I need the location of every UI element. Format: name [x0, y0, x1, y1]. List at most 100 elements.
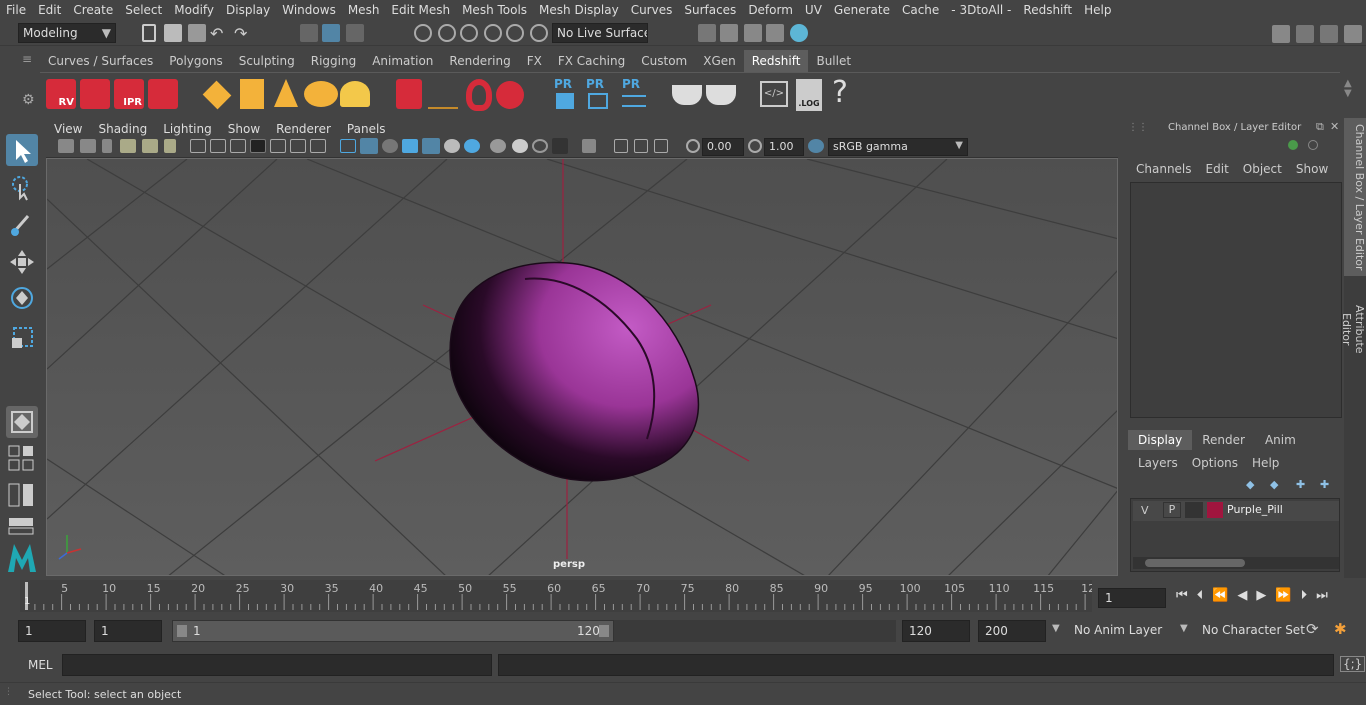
step-back-key-icon[interactable]: ⏪	[1212, 588, 1228, 603]
color-management-icon[interactable]	[808, 139, 824, 153]
play-backward-icon[interactable]: ◀	[1237, 588, 1247, 603]
playback-end-field[interactable]: 120	[902, 620, 970, 642]
menu-edit[interactable]: Edit	[32, 3, 67, 17]
motion-blur-icon[interactable]	[512, 139, 528, 153]
close-icon[interactable]: ✕	[1330, 120, 1339, 133]
layer-tab-display[interactable]: Display	[1128, 430, 1193, 450]
render-view-icon[interactable]	[698, 24, 716, 42]
scene-end-field[interactable]: 200	[978, 620, 1046, 642]
step-back-icon[interactable]: ⏴	[1197, 588, 1204, 603]
color-space-dropdown[interactable]: sRGB gamma ▼	[828, 138, 968, 156]
exposure-field[interactable]: 0.00	[702, 138, 744, 156]
move-layer-up-icon[interactable]: ◆	[1246, 478, 1254, 491]
current-frame-field[interactable]: 1	[1098, 588, 1166, 608]
menu-file[interactable]: File	[0, 3, 32, 17]
show-menu[interactable]: Show	[1296, 162, 1328, 176]
toggle-attribute-editor-icon[interactable]	[1320, 25, 1338, 43]
multisample-aa-icon[interactable]	[532, 139, 548, 153]
shelf-tab-polygons[interactable]: Polygons	[161, 50, 230, 72]
snap-view-icon[interactable]	[484, 24, 502, 42]
menu-cache[interactable]: Cache	[896, 3, 945, 17]
open-scene-icon[interactable]	[164, 24, 182, 42]
render-frame-icon[interactable]	[720, 24, 738, 42]
shelf-tab-custom[interactable]: Custom	[633, 50, 695, 72]
options-menu[interactable]: Options	[1192, 456, 1238, 470]
viewport-menu-show[interactable]: Show	[220, 122, 268, 136]
chevron-down-icon[interactable]: ▼	[1052, 623, 1060, 634]
select-tool-icon[interactable]	[6, 134, 38, 166]
timeline-ruler[interactable]: 5 10 15 20 25 30 35 40 45 50 55 60 65 70 75 80 85 90 95 100…	[20, 580, 1095, 612]
edit-menu[interactable]: Edit	[1206, 162, 1229, 176]
resolution-gate-icon[interactable]	[230, 139, 246, 153]
viewport-menu-panels[interactable]: Panels	[339, 122, 394, 136]
bake-icon[interactable]	[672, 85, 702, 105]
side-tab-channel-box[interactable]: Channel Box / Layer Editor	[1344, 118, 1366, 276]
camera-attributes-icon[interactable]	[80, 139, 96, 153]
shelf-settings-gear-icon[interactable]: ⚙	[22, 92, 35, 108]
range-end-handle[interactable]	[599, 625, 609, 637]
new-layer-selected-icon[interactable]: ✚	[1320, 478, 1329, 491]
menu-help[interactable]: Help	[1078, 3, 1117, 17]
redo-icon[interactable]: ↷	[234, 24, 252, 43]
menu-windows[interactable]: Windows	[276, 3, 342, 17]
menu-redshift[interactable]: Redshift	[1017, 3, 1078, 17]
proxy-icon[interactable]	[396, 79, 422, 109]
shelf-tab-xgen[interactable]: XGen	[695, 50, 744, 72]
scale-tool-icon[interactable]	[6, 320, 38, 352]
area-light-icon[interactable]	[202, 80, 232, 110]
menu-mesh-display[interactable]: Mesh Display	[533, 3, 625, 17]
pr-export-icon[interactable]	[556, 93, 574, 109]
go-to-end-icon[interactable]: ⏭	[1316, 588, 1328, 603]
image-plane-icon[interactable]	[120, 139, 136, 153]
auto-key-icon[interactable]: ⟳	[1306, 620, 1319, 638]
menu-generate[interactable]: Generate	[828, 3, 896, 17]
snap-grid-icon[interactable]	[414, 24, 432, 42]
toggle-channel-box-icon[interactable]	[1344, 25, 1362, 43]
portal-light-icon[interactable]	[240, 79, 264, 109]
go-to-start-icon[interactable]: ⏮	[1176, 588, 1188, 603]
snap-vertex-icon[interactable]	[530, 24, 548, 42]
hypershade-icon[interactable]	[790, 24, 808, 42]
wireframe-icon[interactable]	[340, 139, 356, 153]
snap-surface-icon[interactable]	[506, 24, 524, 42]
help-menu[interactable]: Help	[1252, 456, 1279, 470]
screen-space-ao-icon[interactable]	[490, 139, 506, 153]
help-question-icon[interactable]: ?	[832, 75, 848, 110]
new-scene-icon[interactable]	[142, 24, 156, 42]
menu-edit-mesh[interactable]: Edit Mesh	[385, 3, 456, 17]
shelf-options-icon[interactable]: ≡	[22, 52, 32, 66]
move-layer-down-icon[interactable]: ◆	[1270, 478, 1278, 491]
toggle-panel-icon[interactable]	[1296, 25, 1314, 43]
layer-scrollbar[interactable]	[1133, 557, 1339, 569]
range-start-handle[interactable]	[177, 625, 187, 637]
shelf-tab-redshift[interactable]: Redshift	[743, 50, 809, 72]
material-ball-icon[interactable]	[496, 81, 524, 109]
safe-action-icon[interactable]	[290, 139, 306, 153]
menu-display[interactable]: Display	[220, 3, 276, 17]
single-pane-layout-icon[interactable]	[6, 444, 38, 474]
live-surface-field[interactable]: No Live Surface	[552, 23, 648, 43]
xray-active-icon[interactable]	[634, 139, 648, 153]
side-tab-attribute-editor[interactable]: Attribute Editor	[1340, 284, 1366, 374]
bookmark-icon[interactable]	[102, 139, 112, 153]
step-forward-key-icon[interactable]: ⏩	[1275, 588, 1291, 603]
animation-prefs-icon[interactable]: ✱	[1334, 620, 1347, 638]
sun-sky-icon[interactable]	[340, 81, 370, 107]
select-object-icon[interactable]	[322, 24, 340, 42]
mel-label[interactable]: MEL	[28, 658, 53, 672]
film-gate-icon[interactable]	[210, 139, 226, 153]
paint-select-tool-icon[interactable]	[6, 208, 38, 240]
menu-3dtoall[interactable]: - 3DtoAll -	[945, 3, 1017, 17]
character-set-dropdown[interactable]: No Character Set	[1196, 620, 1305, 642]
scene-start-field[interactable]: 1	[18, 620, 86, 642]
layer-type-toggle[interactable]	[1185, 502, 1203, 518]
move-tool-icon[interactable]	[6, 246, 38, 278]
layer-color-swatch[interactable]	[1207, 502, 1223, 518]
snap-point-icon[interactable]	[460, 24, 478, 42]
safe-title-icon[interactable]	[310, 139, 326, 153]
2d-pan-zoom-icon[interactable]	[142, 139, 158, 153]
select-component-icon[interactable]	[346, 24, 364, 42]
use-all-lights-icon[interactable]	[444, 139, 460, 153]
spot-light-icon[interactable]	[274, 79, 298, 107]
shelf-tab-rigging[interactable]: Rigging	[303, 50, 364, 72]
